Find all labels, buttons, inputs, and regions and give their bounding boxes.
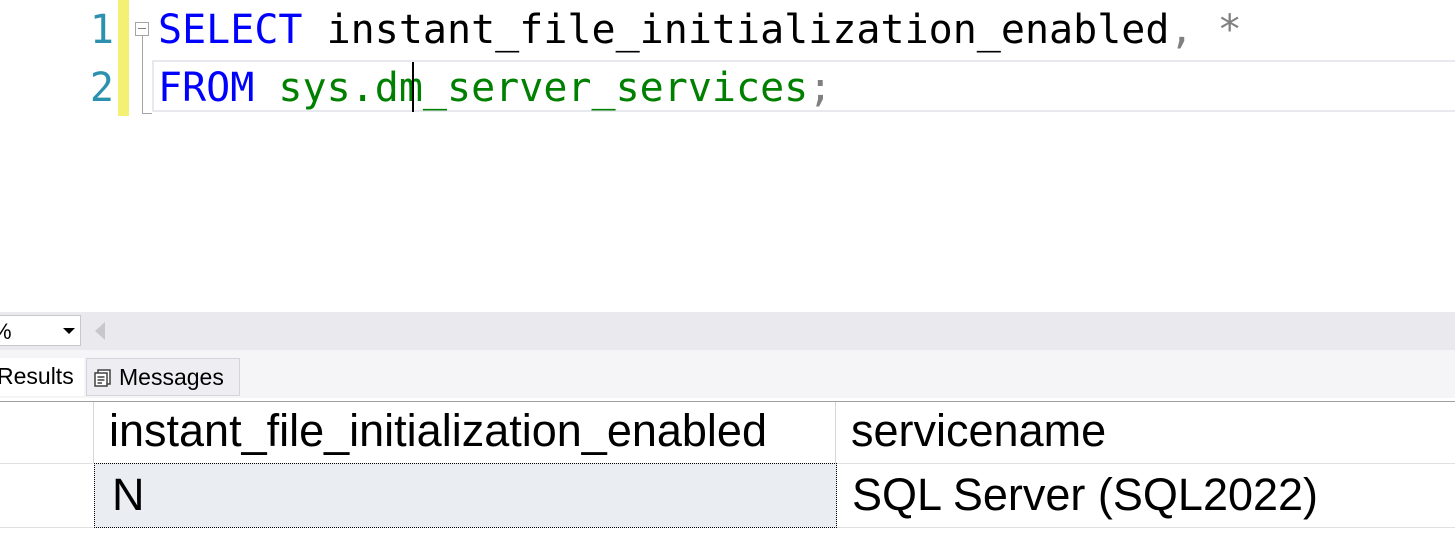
column-header-instant-file-initialization-enabled[interactable]: instant_file_initialization_enabled xyxy=(93,402,836,463)
ssms-query-window: 1 2 SELECT instant_file_initialization_e… xyxy=(0,0,1455,536)
sql-system-object-prefix: sys.d xyxy=(278,65,399,111)
zoom-dropdown[interactable]: % xyxy=(0,315,81,346)
sql-star: * xyxy=(1217,7,1242,53)
messages-icon xyxy=(94,369,111,387)
sql-keyword-select: SELECT xyxy=(158,7,303,53)
sql-comma: , xyxy=(1169,7,1194,53)
tab-results-label: Results xyxy=(0,363,74,389)
sql-system-object-suffix: m_server_services xyxy=(398,65,809,111)
query-editor[interactable]: 1 2 SELECT instant_file_initialization_e… xyxy=(0,0,1455,312)
sql-keyword-from: FROM xyxy=(158,65,255,111)
sql-column-name: instant_file_initialization_enabled xyxy=(326,7,1170,53)
scroll-left-arrow-icon[interactable] xyxy=(95,322,105,340)
results-grid: instant_file_initialization_enabled serv… xyxy=(0,398,1455,536)
tab-messages-label: Messages xyxy=(119,364,224,390)
fold-guide-end xyxy=(142,113,152,114)
sql-terminator: ; xyxy=(808,65,833,111)
line-number-2: 2 xyxy=(89,65,114,111)
code-line-1[interactable]: SELECT instant_file_initialization_enabl… xyxy=(158,1,1242,59)
fold-guide-line xyxy=(142,36,143,114)
collapse-minus-icon[interactable] xyxy=(135,22,149,36)
tab-results[interactable]: Results xyxy=(0,358,84,396)
zoom-strip: % xyxy=(0,312,1455,350)
line-number-1: 1 xyxy=(89,7,114,53)
row-header[interactable] xyxy=(0,463,93,528)
text-caret xyxy=(412,62,414,112)
table-cell-selected[interactable]: N xyxy=(94,463,837,528)
chevron-down-icon[interactable] xyxy=(63,328,75,334)
tab-messages[interactable]: Messages xyxy=(86,358,240,396)
column-header-servicename[interactable]: servicename xyxy=(836,402,1455,463)
code-line-2[interactable]: FROM sys.dm_server_services; xyxy=(158,59,832,117)
zoom-value: % xyxy=(0,319,12,345)
table-cell[interactable]: SQL Server (SQL2022) xyxy=(837,463,1455,528)
results-tab-strip: Results Messages xyxy=(0,350,1455,398)
change-tracking-bar xyxy=(118,0,129,116)
